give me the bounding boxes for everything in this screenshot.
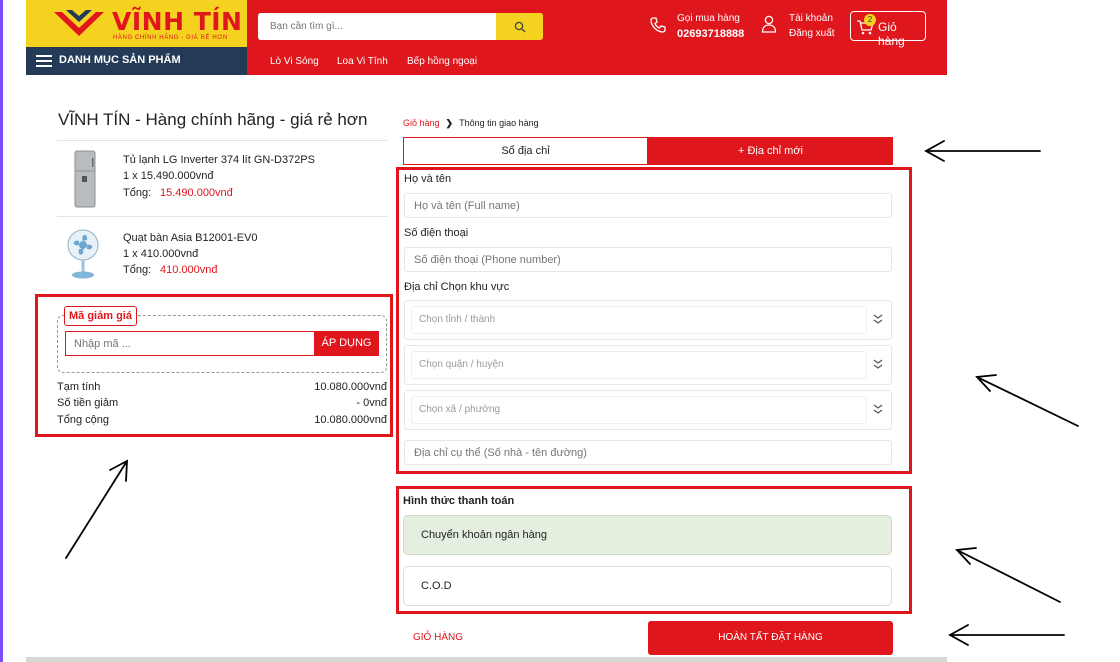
user-icon	[761, 15, 777, 33]
place-order-button[interactable]: HOÀN TẤT ĐẶT HÀNG	[648, 621, 893, 655]
breadcrumb-current: Thông tin giao hàng	[459, 118, 539, 128]
arrow-annotation	[65, 459, 128, 559]
arrow-annotation	[955, 547, 1061, 603]
logout-link[interactable]: Đăng xuất	[789, 28, 835, 39]
back-to-cart-link[interactable]: GIỎ HÀNG	[413, 632, 463, 643]
chevron-right-icon: ❯	[445, 118, 454, 128]
hotline-label: Gọi mua hàng	[677, 13, 740, 24]
site-header: VĨNH TÍN HÀNG CHÍNH HÃNG - GIÁ RẺ HƠN DA…	[26, 0, 947, 75]
annotation-box-coupon	[35, 294, 393, 437]
store-title: VĨNH TÍN - Hàng chính hãng - giá rẻ hơn	[58, 110, 368, 129]
breadcrumb: Giỏ hàng ❯ Thông tin giao hàng	[403, 118, 539, 129]
search-input[interactable]	[258, 13, 496, 40]
product-qty-price: 1 x 410.000vnđ	[123, 248, 199, 260]
divider	[57, 216, 387, 217]
divider	[57, 140, 387, 141]
tab-new-address[interactable]: + Địa chỉ mới	[648, 137, 893, 165]
annotation-box-payment	[396, 486, 912, 614]
logo-subtitle: HÀNG CHÍNH HÃNG - GIÁ RẺ HƠN	[113, 35, 228, 41]
category-menu-label: DANH MỤC SẢN PHẨM	[59, 54, 181, 66]
account-link[interactable]: Tài khoản	[789, 13, 833, 24]
product-total-value: 410.000vnđ	[160, 264, 218, 276]
bottom-bar	[26, 657, 947, 662]
breadcrumb-cart-link[interactable]: Giỏ hàng	[403, 118, 440, 128]
logo-mark-icon	[54, 10, 104, 36]
product-name: Quạt bàn Asia B12001-EV0	[123, 232, 258, 244]
search-button[interactable]	[496, 13, 543, 40]
arrow-annotation	[948, 624, 1065, 646]
fridge-icon	[74, 150, 96, 208]
cart-label: Giỏ hàng	[878, 20, 905, 48]
product-total-label: Tổng:	[123, 187, 152, 199]
cart-button[interactable]: 2 Giỏ hàng	[850, 11, 926, 48]
annotation-box-address-form	[396, 167, 912, 474]
nav-link-speakers[interactable]: Loa Vi Tính	[337, 56, 388, 67]
nav-link-induction-stove[interactable]: Bếp hồng ngoại	[407, 56, 477, 67]
product-name: Tủ lạnh LG Inverter 374 lít GN-D372PS	[123, 154, 315, 166]
product-total-value: 15.490.000vnđ	[160, 187, 233, 199]
phone-icon	[650, 17, 666, 33]
menu-icon	[36, 55, 52, 67]
search-box	[258, 13, 543, 40]
fan-icon	[67, 229, 99, 279]
nav-link-microwave[interactable]: Lò Vi Sóng	[270, 56, 319, 67]
page-edge-line	[0, 0, 3, 662]
hotline-number[interactable]: 02693718888	[677, 28, 744, 40]
arrow-annotation	[924, 140, 1041, 162]
product-total-label: Tổng:	[123, 264, 152, 276]
cart-count-badge: 2	[864, 14, 876, 26]
category-menu-button[interactable]: DANH MỤC SẢN PHẨM	[26, 47, 247, 75]
logo-title: VĨNH TÍN	[112, 7, 243, 36]
arrow-annotation	[975, 374, 1079, 427]
product-qty-price: 1 x 15.490.000vnđ	[123, 170, 214, 182]
address-tabs: Sổ địa chỉ + Địa chỉ mới	[403, 137, 893, 165]
logo[interactable]: VĨNH TÍN HÀNG CHÍNH HÃNG - GIÁ RẺ HƠN	[26, 0, 247, 47]
search-icon	[514, 21, 525, 32]
tab-address-book[interactable]: Sổ địa chỉ	[403, 137, 648, 165]
